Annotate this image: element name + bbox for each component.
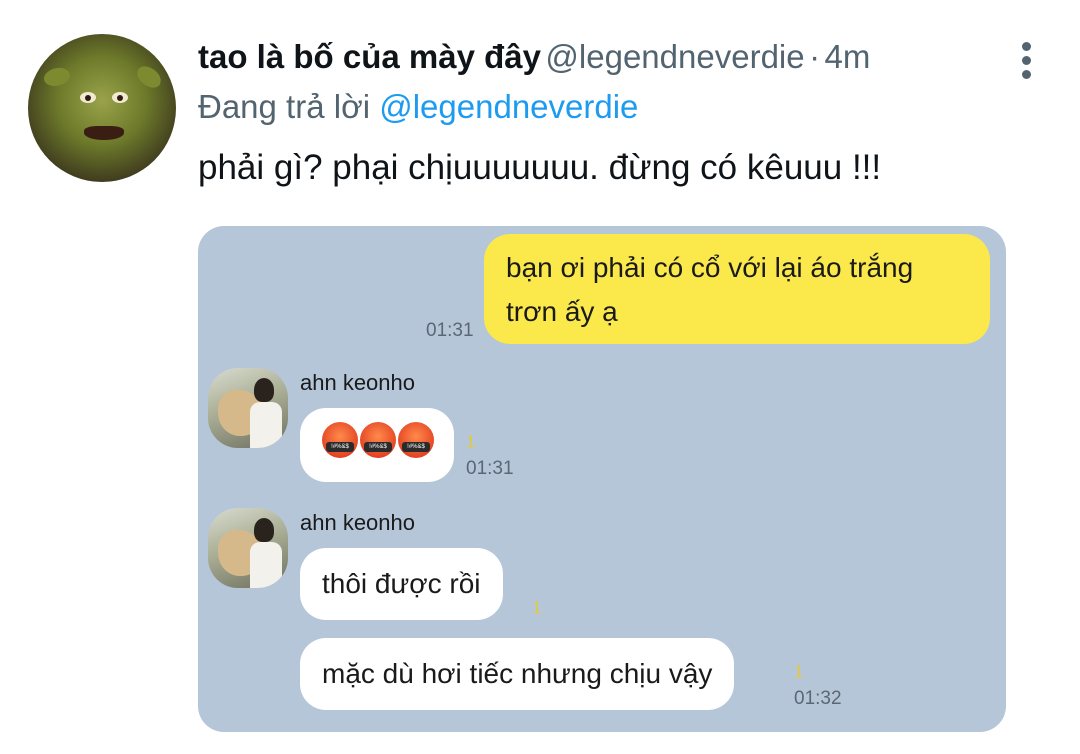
chat-bubble-incoming: !#%&$ !#%&$ !#%&$ [300, 408, 454, 482]
reply-mention-link[interactable]: @legendneverdie [379, 88, 638, 125]
chat-timestamp: 01:31 [466, 458, 514, 479]
avatar-eye-left [80, 92, 96, 103]
avatar-head [254, 518, 274, 542]
avatar-shirt [250, 402, 282, 448]
unread-count: 1 [466, 432, 476, 451]
author-display-name[interactable]: tao là bố của mày đây [198, 38, 541, 75]
chat-timestamp: 01:32 [794, 688, 842, 709]
angry-face-with-symbols-icon: !#%&$ [322, 422, 358, 458]
unread-count: 1 [532, 598, 542, 617]
tweet-author-avatar[interactable] [28, 34, 176, 182]
chat-contact-avatar[interactable] [208, 368, 288, 448]
chat-message-line: bạn ơi phải có cổ với lại áo trắng [506, 252, 914, 283]
chat-sender-name: ahn keonho [300, 510, 415, 535]
chat-message-line: trơn ấy ạ [506, 296, 618, 327]
avatar-head [254, 378, 274, 402]
avatar-mouth [84, 126, 124, 140]
avatar-ear-left [41, 63, 73, 91]
avatar-ear-right [133, 63, 165, 91]
unread-count: 1 [794, 662, 804, 681]
angry-face-with-symbols-icon: !#%&$ [360, 422, 396, 458]
tweet-header: tao là bố của mày đây @legendneverdie · … [198, 38, 1052, 88]
chat-bubble-incoming: mặc dù hơi tiếc nhưng chịu vậy [300, 638, 735, 710]
separator-dot: · [809, 38, 821, 75]
reply-prefix: Đang trả lời [198, 88, 371, 125]
chat-timestamp: 01:31 [426, 320, 474, 341]
attached-chat-screenshot[interactable]: bạn ơi phải có cổ với lại áo trắng trơn … [198, 226, 1006, 732]
chat-bubble-incoming: thôi được rồi [300, 548, 503, 620]
emoji-row: !#%&$ !#%&$ !#%&$ [322, 422, 436, 471]
more-vertical-icon[interactable] [1020, 42, 1032, 82]
avatar-shirt [250, 542, 282, 588]
chat-sender-name: ahn keonho [300, 370, 415, 395]
chat-contact-avatar[interactable] [208, 508, 288, 588]
angry-face-with-symbols-icon: !#%&$ [398, 422, 434, 458]
avatar-eye-right [112, 92, 128, 103]
tweet-text: phải gì? phại chịuuuuuuu. đừng có kêuuu … [198, 148, 882, 187]
chat-bubble-outgoing: bạn ơi phải có cổ với lại áo trắng trơn … [484, 234, 990, 344]
tweet-timestamp[interactable]: 4m [825, 38, 871, 75]
replying-to: Đang trả lời @legendneverdie [198, 88, 638, 126]
author-handle[interactable]: @legendneverdie [545, 38, 804, 75]
